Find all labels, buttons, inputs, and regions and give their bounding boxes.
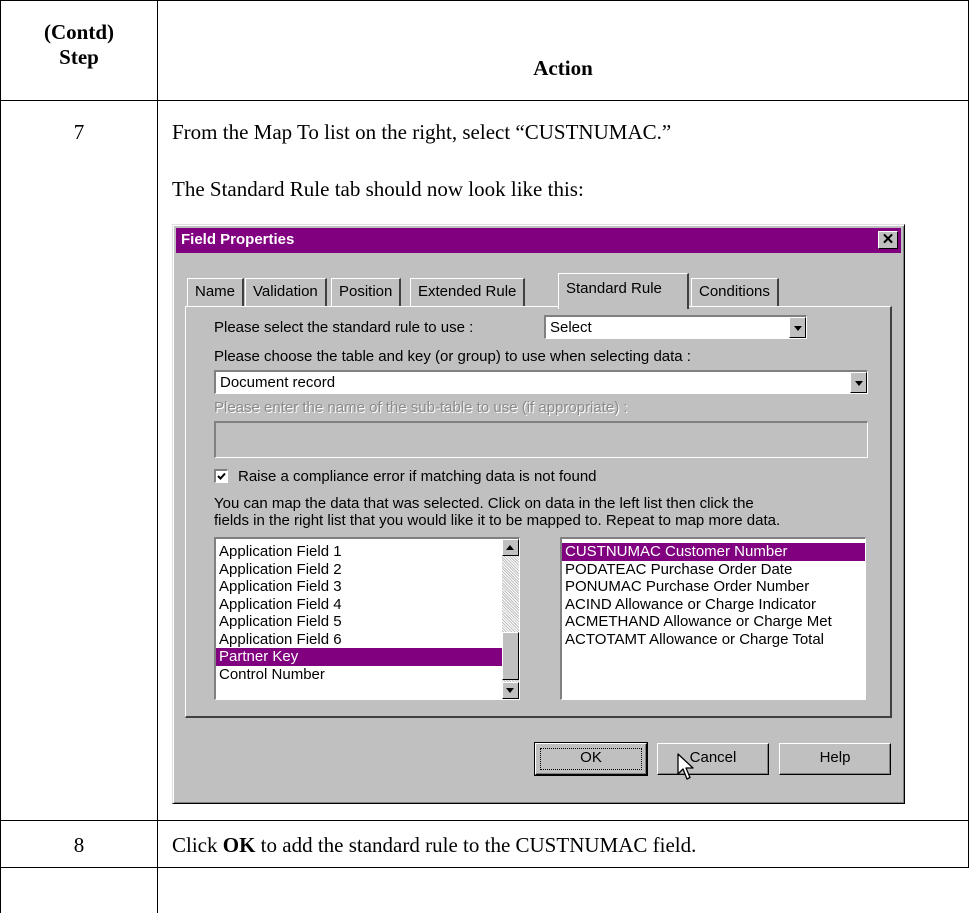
tab-position[interactable]: Position (331, 278, 402, 306)
map-to-item[interactable]: PONUMAC Purchase Order Number (562, 578, 865, 596)
table-row-divider (0, 820, 969, 821)
tab-standard-rule[interactable]: Standard Rule (558, 273, 689, 309)
source-field-list[interactable]: Application Field 1 Application Field 2 Ap… (214, 537, 520, 700)
map-to-item[interactable]: ACMETHAND Allowance or Charge Met (562, 613, 865, 631)
cancel-button[interactable]: Cancel (657, 743, 769, 775)
subtable-input (214, 421, 868, 458)
step-header: (Contd) Step (0, 20, 158, 70)
source-field-item[interactable]: Application Field 2 (216, 561, 502, 579)
compliance-label: Raise a compliance error if matching dat… (238, 468, 597, 485)
help-button[interactable]: Help (779, 743, 891, 775)
table-border-bottom (0, 867, 969, 868)
step-header-line2: Step (59, 45, 99, 69)
map-to-item[interactable]: PODATEAC Purchase Order Date (562, 561, 865, 579)
tab-label: Extended Rule (418, 283, 517, 300)
standard-rule-panel: Please select the standard rule to use :… (185, 306, 892, 718)
map-instructions-line1: You can map the data that was selected. … (214, 495, 754, 512)
tab-conditions[interactable]: Conditions (691, 278, 779, 306)
ok-button[interactable]: OK (534, 742, 648, 776)
focus-ring (540, 748, 642, 770)
table-border-top (0, 0, 969, 1)
step-number: 7 (73, 120, 85, 144)
step-7-note: The Standard Rule tab should now look li… (172, 177, 584, 201)
map-instructions-line2: fields in the right list that you would … (214, 512, 781, 529)
source-field-item[interactable]: Application Field 3 (216, 578, 502, 596)
table-select-label: Please choose the table and key (or grou… (214, 348, 691, 365)
step-8-instruction: Click OK to add the standard rule to the… (172, 833, 696, 858)
mouse-pointer-icon (677, 753, 694, 780)
rule-select-label: Please select the standard rule to use : (214, 319, 474, 336)
tab-name[interactable]: Name (187, 278, 245, 306)
source-field-item[interactable]: Application Field 1 (216, 543, 502, 561)
chevron-down-icon[interactable] (850, 372, 867, 393)
compliance-checkbox[interactable] (214, 469, 228, 483)
field-properties-dialog: Field Properties ✕ Name Validation Posit… (172, 224, 905, 804)
table-header-divider (0, 100, 969, 101)
source-field-item[interactable]: Application Field 6 (216, 631, 502, 649)
step-8-ok-emphasis: OK (222, 833, 256, 857)
subtable-label: Please enter the name of the sub-table t… (214, 399, 628, 416)
rule-select-value: Select (550, 319, 592, 336)
checkmark-icon (217, 472, 226, 480)
map-to-item[interactable]: ACIND Allowance or Charge Indicator (562, 596, 865, 614)
dialog-titlebar[interactable]: Field Properties ✕ (176, 228, 901, 253)
step-header-line1: (Contd) (43, 20, 114, 44)
source-field-item[interactable]: Application Field 5 (216, 613, 502, 631)
map-to-item[interactable]: CUSTNUMAC Customer Number (562, 543, 865, 561)
scroll-up-icon[interactable] (502, 539, 519, 556)
dialog-title: Field Properties (181, 231, 295, 248)
map-to-item[interactable]: ACTOTAMT Allowance or Charge Total (562, 631, 865, 649)
step-8-text-after: to add the standard rule to the CUSTNUMA… (255, 833, 697, 857)
scroll-thumb[interactable] (502, 632, 519, 680)
rule-select-dropdown[interactable]: Select (544, 315, 807, 339)
tab-label: Name (195, 283, 236, 300)
map-to-rows: CUSTNUMAC Customer Number PODATEAC Purcha… (562, 543, 865, 648)
step-number: 8 (73, 833, 85, 857)
source-field-item[interactable]: Control Number (216, 666, 502, 684)
help-button-label: Help (819, 749, 851, 766)
map-to-list[interactable]: CUSTNUMAC Customer Number PODATEAC Purcha… (560, 537, 866, 700)
scroll-down-icon[interactable] (502, 682, 519, 699)
tab-extended-rule[interactable]: Extended Rule (410, 278, 526, 306)
action-header: Action (533, 56, 593, 80)
table-select-value: Document record (220, 374, 336, 391)
tab-label: Validation (253, 283, 318, 300)
source-list-scrollbar[interactable] (502, 539, 519, 699)
table-select-dropdown[interactable]: Document record (214, 370, 868, 394)
close-button[interactable]: ✕ (878, 231, 898, 249)
step-8-text-before: Click (172, 833, 223, 857)
source-field-item[interactable]: Partner Key (216, 648, 502, 666)
tab-label: Position (339, 283, 393, 300)
tab-label: Standard Rule (566, 280, 662, 297)
chevron-down-icon[interactable] (789, 317, 806, 338)
close-icon: ✕ (881, 231, 895, 248)
tab-label: Conditions (699, 283, 770, 300)
source-field-rows: Application Field 1 Application Field 2 Ap… (216, 543, 502, 683)
step-7-instruction: From the Map To list on the right, selec… (172, 120, 672, 144)
source-field-item[interactable]: Application Field 4 (216, 596, 502, 614)
tab-validation[interactable]: Validation (245, 278, 327, 306)
